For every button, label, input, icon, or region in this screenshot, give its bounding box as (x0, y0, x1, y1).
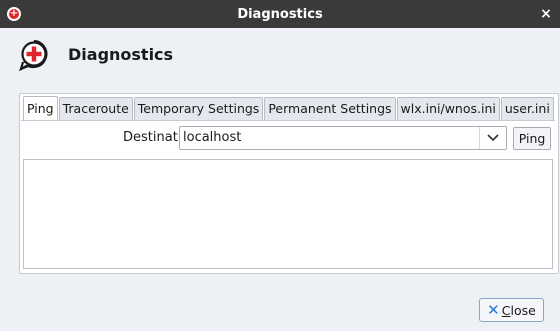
dialog-header: Diagnostics (0, 28, 560, 82)
tab-temporary-settings[interactable]: Temporary Settings (133, 97, 264, 120)
close-button[interactable]: ✕ Close (479, 298, 544, 322)
diagnostics-logo-icon (18, 39, 48, 71)
ping-button[interactable]: Ping (513, 127, 551, 150)
chevron-down-icon[interactable] (479, 127, 506, 149)
tab-wlx-wnos-ini[interactable]: wlx.ini/wnos.ini (396, 97, 500, 120)
destination-combobox[interactable]: localhost (179, 126, 507, 150)
tab-traceroute[interactable]: Traceroute (58, 97, 133, 120)
window-title: Diagnostics (237, 6, 323, 22)
close-label-rest: lose (510, 302, 536, 318)
app-icon: + (7, 7, 21, 21)
title-bar: + Diagnostics × (0, 0, 560, 28)
tab-ping[interactable]: Ping (23, 96, 58, 121)
destination-value[interactable]: localhost (183, 130, 241, 145)
tab-permanent-settings[interactable]: Permanent Settings (264, 97, 396, 120)
window-close-button[interactable]: × (538, 5, 554, 23)
page-title: Diagnostics (68, 45, 174, 64)
close-icon: ✕ (487, 300, 500, 319)
tab-bar: Ping Traceroute Temporary Settings Perma… (23, 96, 555, 121)
ping-output-area[interactable] (23, 159, 553, 269)
tab-user-ini[interactable]: user.ini (500, 97, 554, 120)
close-label-accel: C (501, 302, 511, 318)
